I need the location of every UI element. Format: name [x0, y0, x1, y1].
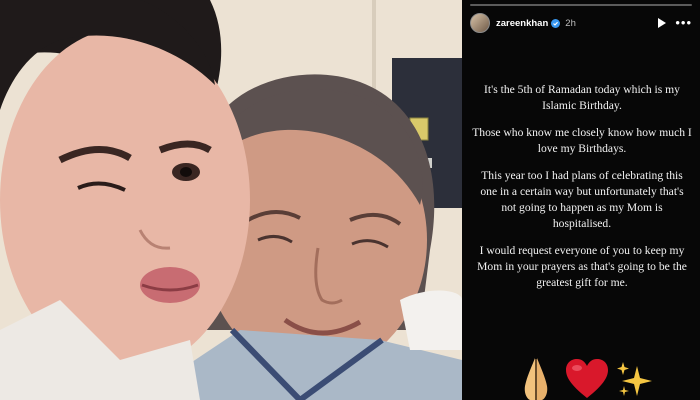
story-paragraph-2: Those who know me closely know how much …: [472, 126, 692, 155]
story-paragraph-3: This year too I had plans of celebrating…: [480, 169, 684, 230]
story-text: It's the 5th of Ramadan today which is m…: [472, 82, 692, 302]
story-paragraph-1: It's the 5th of Ramadan today which is m…: [484, 83, 680, 112]
selfie-illustration: [0, 0, 462, 400]
avatar[interactable]: [470, 13, 490, 33]
story-progress-bar: [470, 4, 692, 6]
red-heart-icon: [566, 359, 608, 398]
post-time: 2h: [565, 17, 576, 29]
emoji-row: [462, 356, 700, 400]
praying-hands-icon: [524, 358, 548, 400]
story-photo: [0, 0, 462, 400]
story-header: zareenkhan 2h •••: [470, 12, 692, 34]
username[interactable]: zareenkhan: [496, 18, 548, 29]
story-paragraph-4: I would request everyone of you to keep …: [477, 244, 687, 289]
more-options-icon[interactable]: •••: [675, 16, 692, 29]
story-panel: zareenkhan 2h ••• It's the 5th of Ramada…: [462, 0, 700, 400]
play-icon[interactable]: [658, 18, 667, 28]
sparkles-icon: [617, 362, 652, 396]
verified-badge-icon: [551, 18, 561, 28]
